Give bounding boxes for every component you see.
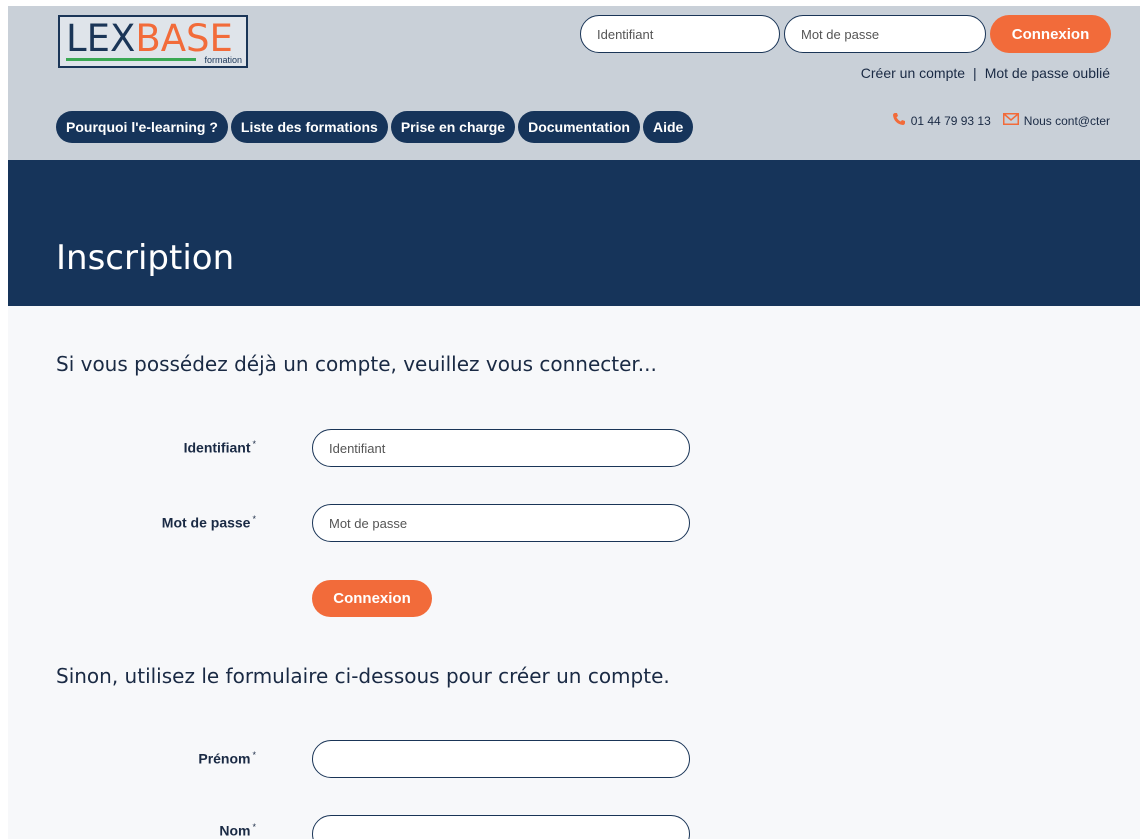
required-marker: * [252, 822, 256, 832]
phone-icon [892, 112, 906, 129]
header-login-button[interactable]: Connexion [990, 15, 1111, 53]
firstname-input[interactable] [312, 740, 690, 778]
logo-underline [66, 58, 196, 61]
nav-item-why-elearning[interactable]: Pourquoi l'e-learning ? [56, 111, 228, 143]
logo-subtitle: formation [204, 55, 242, 65]
firstname-label-text: Prénom [198, 750, 251, 767]
contact-email-link[interactable]: Nous cont@cter [1024, 114, 1110, 128]
register-intro: Sinon, utilisez le formulaire ci-dessous… [56, 664, 670, 688]
site-header: LEXBASE formation Connexion Créer un com… [8, 6, 1140, 160]
nav-item-help[interactable]: Aide [642, 111, 694, 143]
header-password-input[interactable] [784, 15, 986, 53]
phone-number[interactable]: 01 44 79 93 13 [911, 114, 991, 128]
nav-item-documentation[interactable]: Documentation [518, 111, 640, 143]
password-label-text: Mot de passe [161, 514, 251, 531]
lastname-label: Nom * [56, 822, 256, 839]
account-links: Créer un compte | Mot de passe oublié [861, 65, 1110, 81]
firstname-label: Prénom * [56, 750, 256, 767]
logo-part-base: BASE [135, 17, 233, 60]
page-banner: Inscription [8, 160, 1140, 306]
main-nav: Pourquoi l'e-learning ? Liste des format… [56, 111, 694, 143]
required-marker: * [252, 750, 256, 760]
lastname-input[interactable] [312, 815, 690, 839]
required-marker: * [252, 439, 256, 449]
forgot-password-link[interactable]: Mot de passe oublié [985, 65, 1110, 81]
create-account-link[interactable]: Créer un compte [861, 65, 965, 81]
password-label: Mot de passe * [56, 514, 256, 531]
page-title: Inscription [56, 238, 235, 278]
username-label-text: Identifiant [183, 439, 251, 456]
lastname-label-text: Nom [219, 822, 251, 839]
nav-item-funding[interactable]: Prise en charge [390, 111, 516, 143]
mail-icon [1002, 113, 1019, 128]
lexbase-logo[interactable]: LEXBASE formation [58, 15, 248, 68]
links-separator: | [973, 65, 977, 81]
header-username-input[interactable] [580, 15, 780, 53]
nav-item-course-list[interactable]: Liste des formations [230, 111, 388, 143]
logo-part-lex: LEX [66, 17, 136, 60]
username-input[interactable] [312, 429, 690, 467]
username-label: Identifiant * [56, 439, 256, 456]
login-button[interactable]: Connexion [312, 580, 432, 617]
login-intro: Si vous possédez déjà un compte, veuille… [56, 352, 657, 376]
contact-bar: 01 44 79 93 13 Nous cont@cter [892, 112, 1110, 129]
password-input[interactable] [312, 504, 690, 542]
page: LEXBASE formation Connexion Créer un com… [8, 6, 1140, 839]
required-marker: * [252, 514, 256, 524]
